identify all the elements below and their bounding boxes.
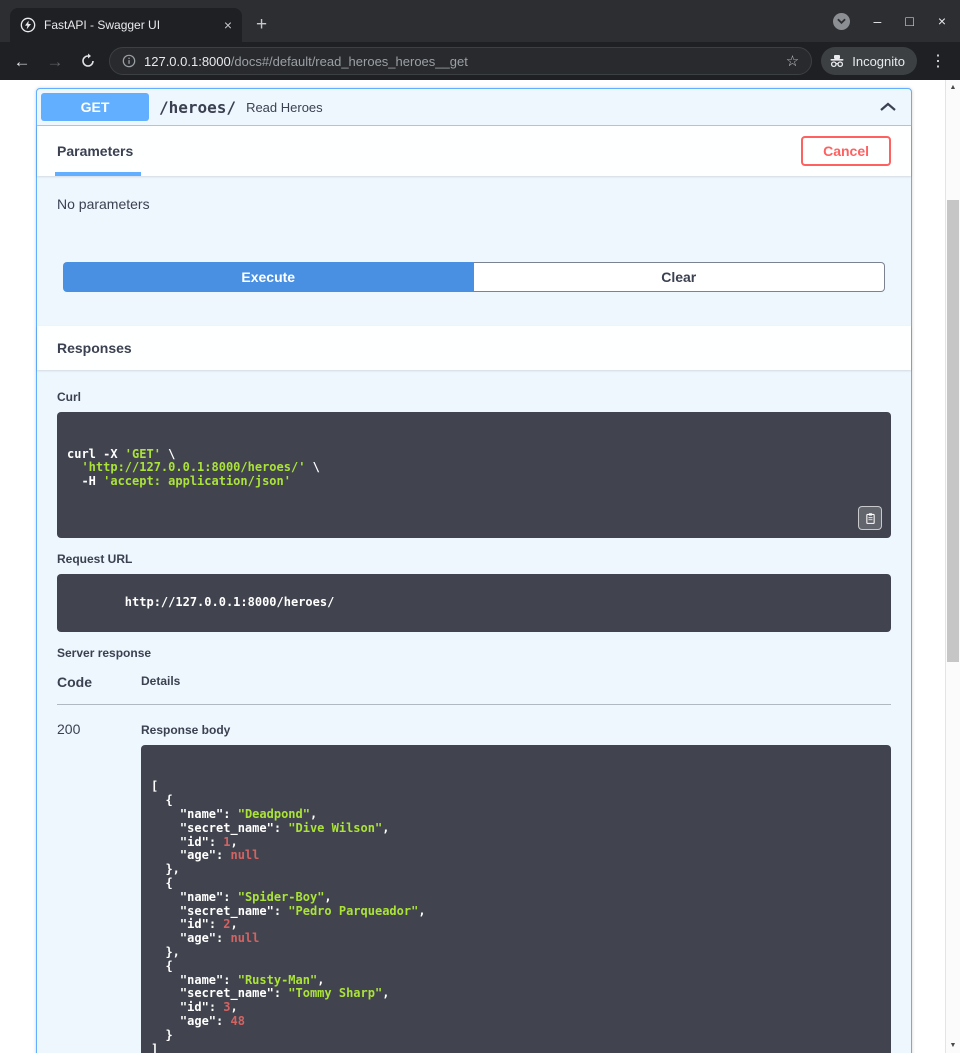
response-body-json: [ { "name": "Deadpond", "secret_name": "… <box>151 780 881 1053</box>
browser-tab[interactable]: FastAPI - Swagger UI × <box>10 8 242 42</box>
request-url-label: Request URL <box>57 552 891 566</box>
vertical-scrollbar[interactable]: ▲ ▼ <box>945 80 960 1053</box>
copy-curl-icon[interactable] <box>858 506 882 530</box>
responses-title: Responses <box>57 340 132 356</box>
cancel-button[interactable]: Cancel <box>801 136 891 166</box>
response-details: Response body [ { "name": "Deadpond", "s… <box>141 721 891 1053</box>
tab-close-icon[interactable]: × <box>224 17 232 33</box>
url-path: /docs#/default/read_heroes_heroes__get <box>231 54 468 69</box>
responses-body: Curl curl -X 'GET' \ 'http://127.0.0.1:8… <box>37 370 911 1053</box>
incognito-label: Incognito <box>852 54 905 69</box>
endpoint-path: /heroes/ <box>159 98 236 117</box>
tab-parameters[interactable]: Parameters <box>57 143 133 159</box>
forward-icon[interactable]: → <box>43 53 67 70</box>
curl-codeblock: curl -X 'GET' \ 'http://127.0.0.1:8000/h… <box>57 412 891 538</box>
maximize-button[interactable]: □ <box>905 13 913 29</box>
curl-command: curl -X 'GET' \ 'http://127.0.0.1:8000/h… <box>67 448 881 489</box>
response-table-header: Code Details <box>57 674 891 705</box>
code-column-header: Code <box>57 674 141 690</box>
browser-chrome: FastAPI - Swagger UI × + – □ × ← → <box>0 0 960 80</box>
incognito-badge: Incognito <box>821 47 917 75</box>
window-close-button[interactable]: × <box>938 13 946 29</box>
execute-button[interactable]: Execute <box>63 262 474 292</box>
opblock-summary[interactable]: GET /heroes/ Read Heroes <box>37 89 911 126</box>
window-controls: – □ × <box>833 0 946 42</box>
address-bar[interactable]: 127.0.0.1:8000/docs#/default/read_heroes… <box>109 47 812 75</box>
responses-section-header: Responses <box>37 326 911 370</box>
server-response-label: Server response <box>57 646 891 660</box>
clear-button[interactable]: Clear <box>474 262 886 292</box>
back-icon[interactable]: ← <box>10 53 34 70</box>
bookmark-star-icon[interactable]: ☆ <box>786 52 799 70</box>
parameters-section-header: Parameters Cancel <box>37 126 911 176</box>
response-row: 200 Response body [ { "name": "Deadpond"… <box>57 705 891 1053</box>
scrollbar-thumb[interactable] <box>947 200 959 662</box>
url-text: 127.0.0.1:8000/docs#/default/read_heroes… <box>144 54 778 69</box>
execute-button-group: Execute Clear <box>37 262 911 326</box>
status-code: 200 <box>57 721 141 1053</box>
no-parameters-text: No parameters <box>57 196 150 212</box>
active-tab-underline <box>55 172 141 176</box>
fastapi-favicon-icon <box>20 17 36 33</box>
new-tab-button[interactable]: + <box>256 15 267 34</box>
details-column-header: Details <box>141 674 180 690</box>
url-host: 127.0.0.1:8000 <box>144 54 231 69</box>
tab-strip: FastAPI - Swagger UI × + – □ × <box>0 0 960 42</box>
scroll-up-icon[interactable]: ▲ <box>946 80 960 95</box>
endpoint-summary: Read Heroes <box>246 100 323 115</box>
collapse-chevron-icon[interactable] <box>879 102 897 112</box>
method-badge: GET <box>41 93 149 121</box>
page-content: GET /heroes/ Read Heroes Parameters Canc… <box>0 80 945 1053</box>
tab-title: FastAPI - Swagger UI <box>44 18 216 32</box>
browser-menu-icon[interactable]: ⋮ <box>926 51 950 71</box>
curl-label: Curl <box>57 390 891 404</box>
response-body-label: Response body <box>141 723 891 737</box>
tab-search-icon[interactable] <box>833 13 850 30</box>
parameters-body: No parameters <box>37 176 911 262</box>
minimize-button[interactable]: – <box>874 13 882 29</box>
page-info-icon[interactable] <box>122 54 136 68</box>
request-url-block: http://127.0.0.1:8000/heroes/ <box>57 574 891 631</box>
opblock-get-heroes: GET /heroes/ Read Heroes Parameters Canc… <box>36 88 912 1053</box>
browser-toolbar: ← → 127.0.0.1:8000/docs#/default/read_he… <box>0 42 960 80</box>
request-url-value: http://127.0.0.1:8000/heroes/ <box>125 595 335 609</box>
reload-icon[interactable] <box>76 53 100 69</box>
incognito-icon <box>829 53 845 69</box>
response-body-block: [ { "name": "Deadpond", "secret_name": "… <box>141 745 891 1053</box>
scroll-down-icon[interactable]: ▼ <box>946 1038 960 1053</box>
